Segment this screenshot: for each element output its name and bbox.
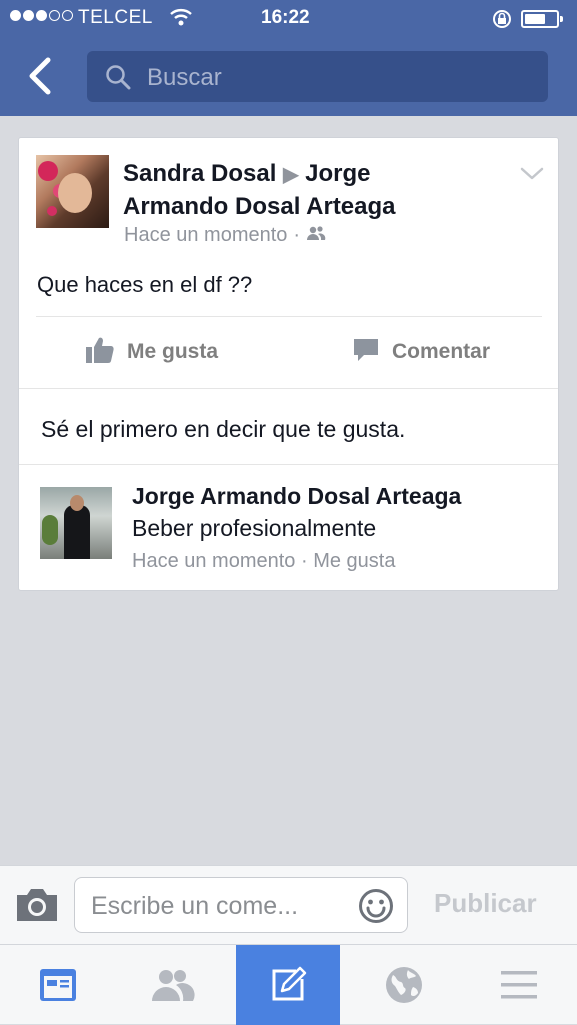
wifi-icon (170, 8, 192, 32)
carrier-name: TELCEL (78, 7, 153, 28)
status-bar: TELCEL 16:22 (0, 0, 577, 38)
tab-bar (0, 944, 577, 1025)
rotation-lock-icon (491, 8, 513, 36)
smiley-icon[interactable] (358, 888, 394, 929)
battery-icon (521, 10, 563, 28)
like-button[interactable]: Me gusta (85, 334, 218, 370)
comment-input-box[interactable] (74, 877, 408, 934)
comment-meta: Hace un momento · Me gusta (132, 550, 395, 573)
post-card: Sandra Dosal ▶ Jorge Armando Dosal Artea… (18, 137, 559, 591)
search-input[interactable] (145, 51, 529, 104)
arrow-right-icon: ▶ (283, 164, 299, 186)
compose-icon (272, 966, 307, 1001)
meta-separator: · (293, 224, 301, 246)
tab-notifications[interactable] (352, 945, 456, 1025)
signal-strength-icon (10, 10, 73, 21)
post-meta: Hace un momento · (124, 224, 326, 247)
search-icon (105, 64, 131, 95)
menu-icon (501, 971, 537, 999)
comment-composer: Publicar (0, 865, 577, 944)
commenter-avatar[interactable] (40, 487, 112, 559)
divider (19, 388, 558, 389)
comment-like-link[interactable]: Me gusta (313, 550, 395, 572)
comment-label: Comentar (392, 340, 491, 363)
search-bar[interactable] (87, 51, 548, 104)
back-button[interactable] (20, 54, 60, 98)
post-author-line: Sandra Dosal ▶ Jorge Armando Dosal Artea… (123, 158, 423, 222)
navigation-header: TELCEL 16:22 (0, 0, 577, 116)
post-timestamp[interactable]: Hace un momento (124, 224, 287, 247)
likes-summary: Sé el primero en decir que te gusta. (41, 416, 406, 442)
divider (36, 316, 542, 317)
post-author-name[interactable]: Sandra Dosal (123, 160, 276, 187)
tab-menu[interactable] (467, 945, 571, 1025)
tab-friend-requests[interactable] (120, 945, 224, 1025)
comment-author-name[interactable]: Jorge Armando Dosal Arteaga (132, 483, 461, 510)
clock-time: 16:22 (261, 7, 310, 28)
chevron-left-icon (29, 57, 51, 95)
comment-button[interactable]: Comentar (352, 334, 490, 370)
meta-separator: · (300, 550, 308, 572)
comment-timestamp: Hace un momento (132, 550, 296, 572)
publish-button[interactable]: Publicar (434, 888, 537, 919)
tab-news-feed[interactable] (6, 945, 110, 1025)
tab-compose[interactable] (236, 945, 340, 1025)
author-avatar[interactable] (36, 155, 109, 228)
camera-icon[interactable] (14, 886, 60, 929)
friends-icon (152, 970, 195, 1001)
friends-audience-icon (306, 224, 326, 247)
post-body: Que haces en el df ?? (37, 272, 253, 297)
divider (19, 464, 558, 465)
like-label: Me gusta (127, 340, 219, 363)
globe-icon (386, 967, 422, 1003)
speech-bubble-icon (352, 336, 380, 369)
news-feed-icon (40, 969, 76, 1001)
comment-body: Beber profesionalmente (132, 515, 377, 541)
comment-input[interactable] (89, 878, 355, 934)
post-options-chevron-icon[interactable] (518, 163, 546, 183)
thumbs-up-icon (85, 335, 115, 370)
